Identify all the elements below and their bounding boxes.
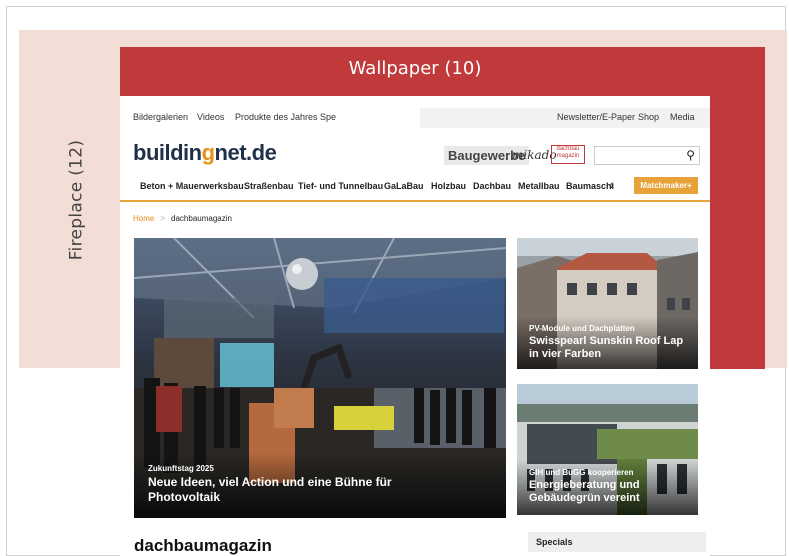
card-caption: GIH und BuGG kooperieren Energieberatung…	[517, 459, 698, 515]
breadcrumb-home[interactable]: Home	[133, 214, 154, 223]
wallpaper-ad-label: Wallpaper (10)	[348, 58, 482, 79]
search-box: ⚲	[594, 146, 700, 165]
topnav-videos[interactable]: Videos	[197, 112, 224, 122]
nav-tief-tunnelbau[interactable]: Tief- und Tunnelbau	[298, 181, 383, 191]
top-navigation: Bildergalerien Videos Produkte des Jahre…	[120, 108, 710, 128]
card-kicker: PV-Module und Dachplatten	[529, 323, 635, 333]
chevron-right-icon[interactable]: ›	[610, 178, 614, 192]
topnav-bildergalerien[interactable]: Bildergalerien	[133, 112, 188, 122]
hero-title[interactable]: Neue Ideen, viel Action und eine Bühne f…	[148, 475, 448, 504]
logo-text-start: buildin	[133, 140, 202, 165]
logo-text-accent: g	[201, 140, 215, 165]
page-title: dachbaumagazin	[134, 536, 272, 555]
card-title[interactable]: Energieberatung und Gebäudegrün vereint	[529, 479, 690, 505]
topnav-specials[interactable]: Spe	[320, 112, 336, 122]
fireplace-ad-label: Fireplace (12)	[66, 139, 87, 261]
main-navigation: Beton + Mauerwerksbau Straßenbau Tief- u…	[120, 176, 710, 202]
site-logo[interactable]: buildingnet.de	[133, 140, 277, 166]
breadcrumb-separator: >	[160, 214, 166, 223]
article-card-swisspearl[interactable]: PV-Module und Dachplatten Swisspearl Sun…	[517, 238, 698, 369]
matchmaker-button[interactable]: Matchmaker+	[634, 177, 698, 194]
topnav-produkte-des-jahres[interactable]: Produkte des Jahres	[235, 112, 318, 122]
nav-dachbau[interactable]: Dachbau	[473, 181, 511, 191]
nav-strassenbau[interactable]: Straßenbau	[244, 181, 294, 191]
search-input[interactable]	[595, 149, 683, 165]
article-card-gih-bugg[interactable]: GIH und BuGG kooperieren Energieberatung…	[517, 384, 698, 515]
breadcrumb-current: dachbaumagazin	[171, 214, 232, 223]
hero-kicker: Zukunftstag 2025	[148, 464, 214, 474]
topnav-newsletter[interactable]: Newsletter/E-Paper	[557, 112, 635, 122]
brand-mikado[interactable]: mikado	[512, 148, 557, 162]
nav-galabau[interactable]: GaLaBau	[384, 181, 424, 191]
nav-metallbau[interactable]: Metallbau	[518, 181, 560, 191]
search-icon[interactable]: ⚲	[686, 148, 695, 162]
card-caption: PV-Module und Dachplatten Swisspearl Sun…	[517, 315, 698, 369]
website-content: Bildergalerien Videos Produkte des Jahre…	[120, 96, 710, 556]
nav-beton-mauerwerksbau[interactable]: Beton + Mauerwerksbau	[140, 181, 244, 191]
topnav-media[interactable]: Media	[670, 112, 695, 122]
sidebar-specials-header: Specials	[528, 532, 706, 552]
card-title[interactable]: Swisspearl Sunskin Roof Lap in vier Farb…	[529, 335, 690, 361]
topnav-shop[interactable]: Shop	[638, 112, 659, 122]
nav-baumaschinen[interactable]: Baumaschi	[566, 181, 614, 191]
brand-dachbau-magazin[interactable]: dachbau magazin	[551, 145, 585, 164]
hero-caption: Zukunftstag 2025 Neue Ideen, viel Action…	[134, 452, 506, 518]
card-kicker: GIH und BuGG kooperieren	[529, 467, 634, 477]
nav-holzbau[interactable]: Holzbau	[431, 181, 466, 191]
breadcrumb: Home > dachbaumagazin	[133, 214, 232, 223]
hero-article[interactable]: Zukunftstag 2025 Neue Ideen, viel Action…	[134, 238, 506, 518]
logo-text-end: net.de	[214, 140, 277, 165]
